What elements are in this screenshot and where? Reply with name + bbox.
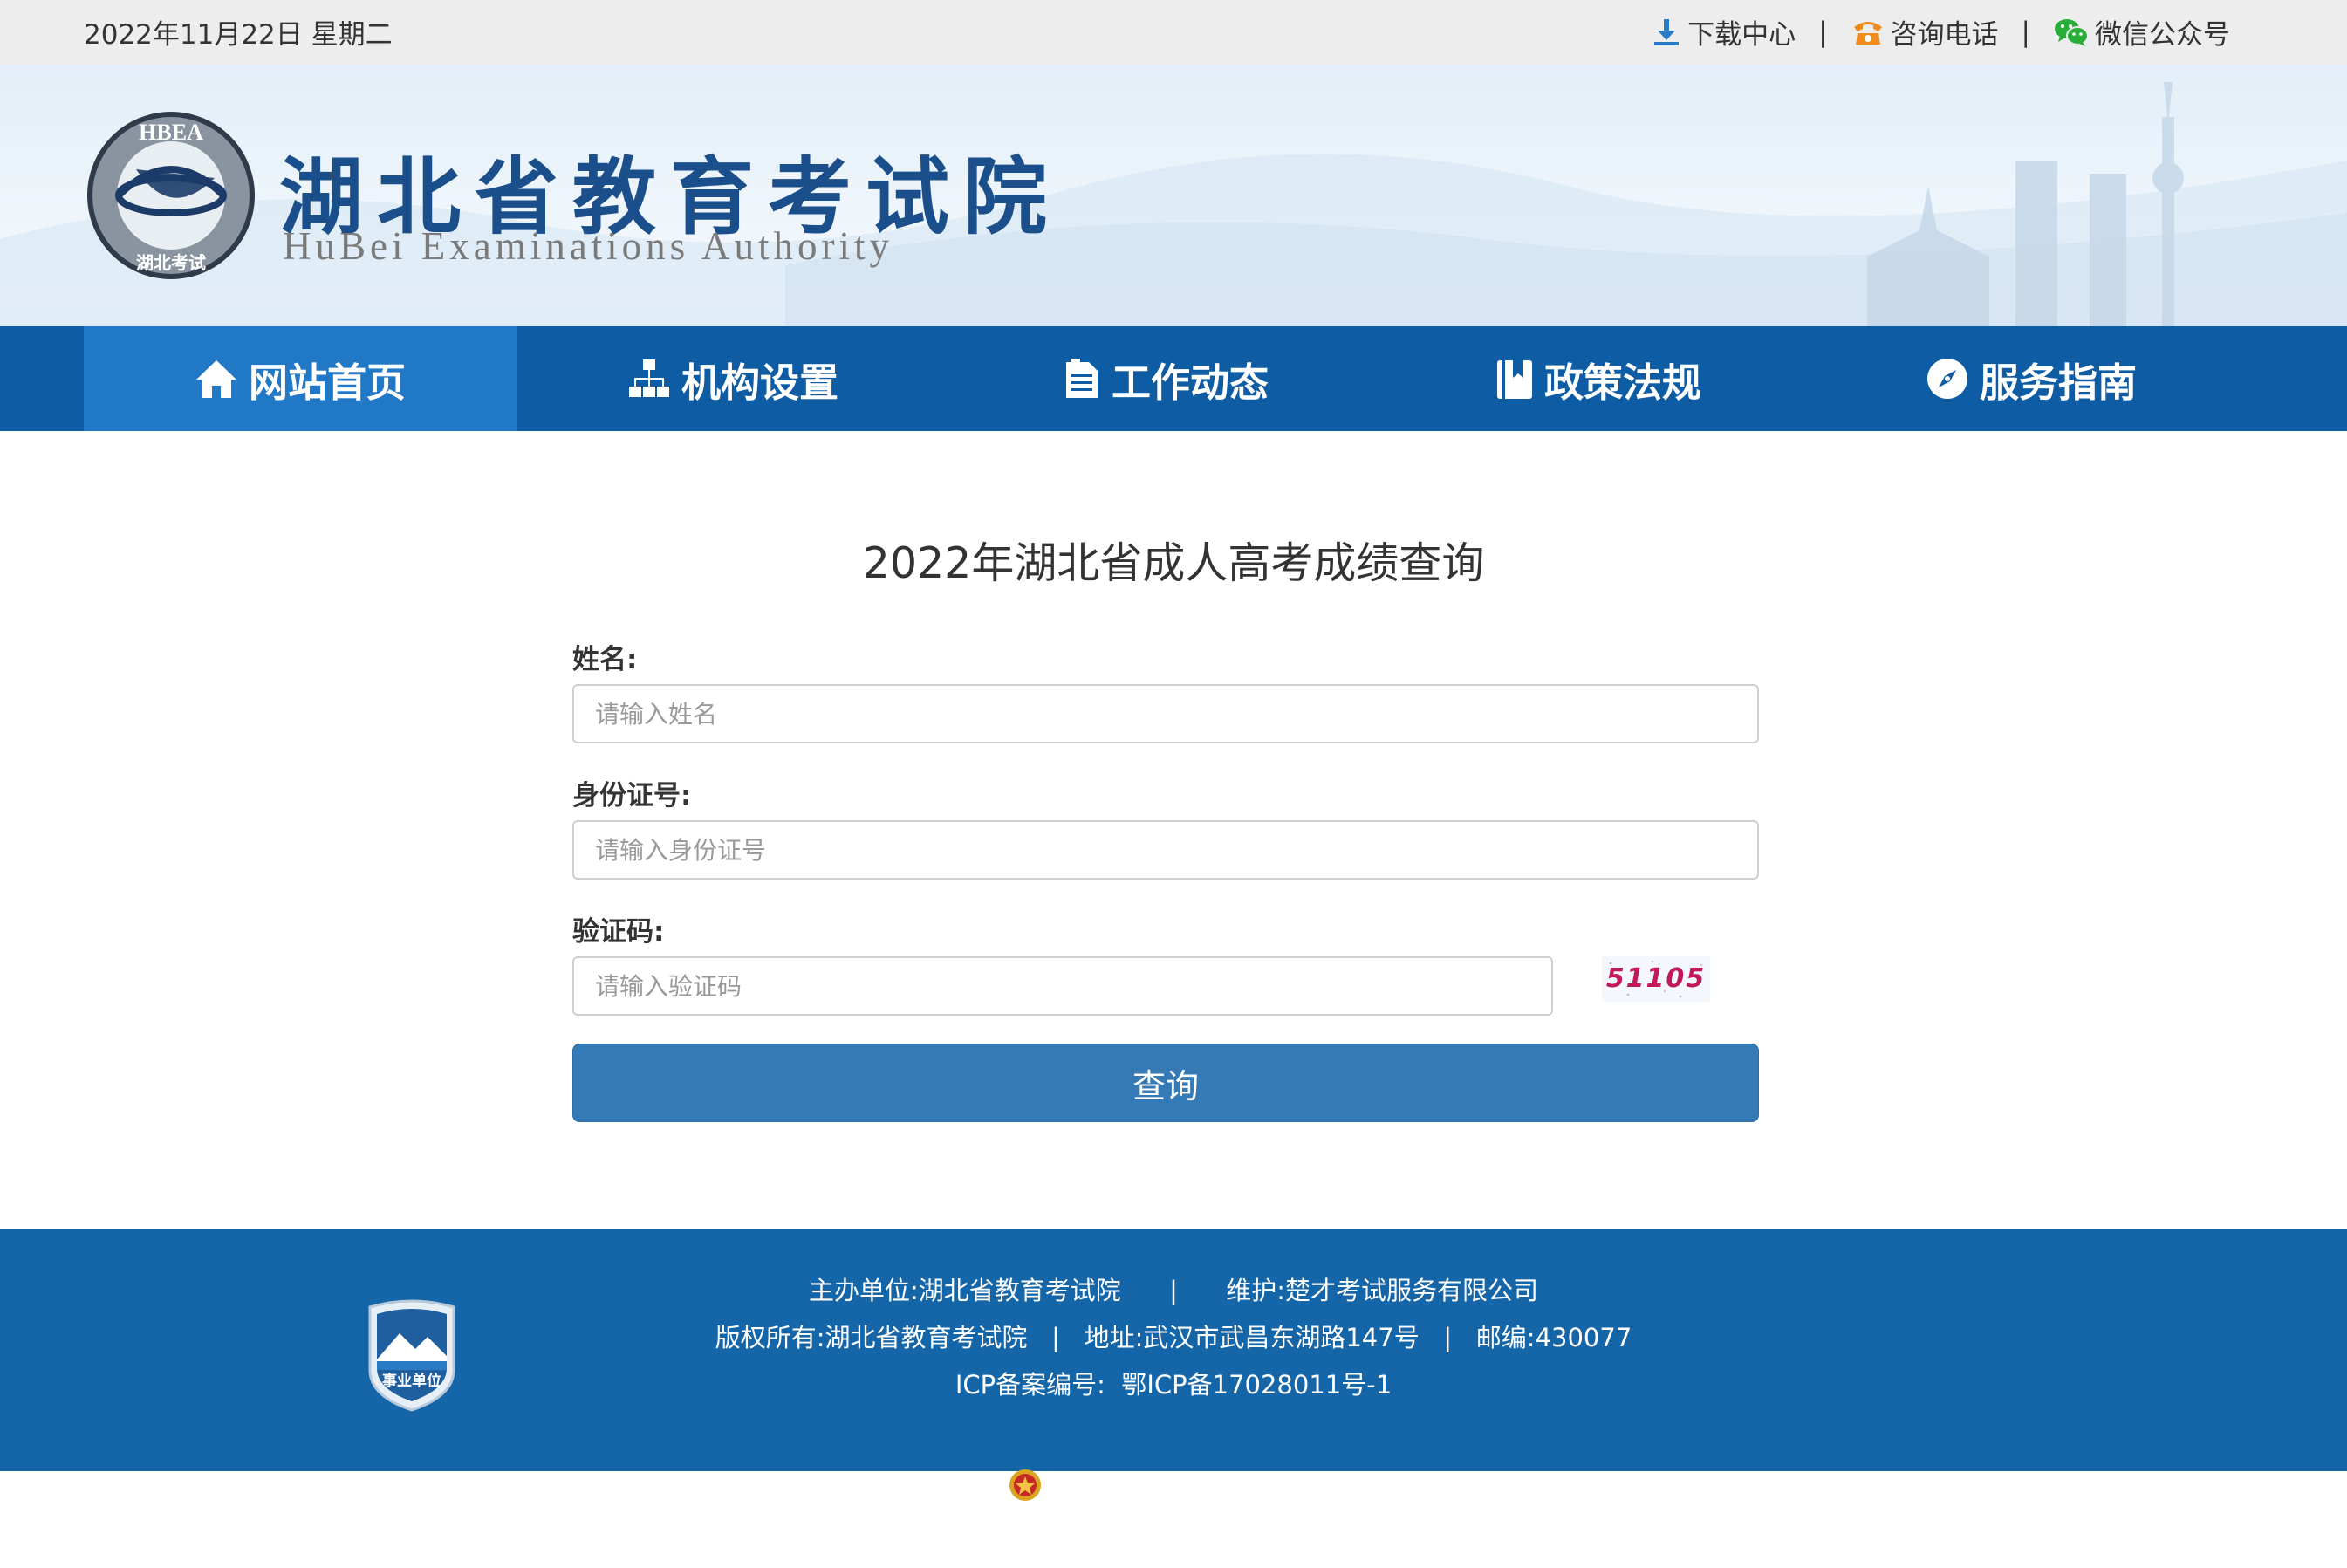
compass-icon [1926, 357, 1969, 401]
id-number-label: 身份证号: [572, 780, 692, 811]
footer-police-record[interactable]: 鄂公网安备 42010602003969号 [1051, 1470, 1437, 1507]
consult-phone-label: 咨询电话 [1890, 19, 1999, 51]
nav-item-service-guide[interactable]: 服务指南 [1815, 326, 2248, 431]
download-center-label: 下载中心 [1687, 19, 1796, 51]
captcha-image[interactable]: 51105 [1602, 956, 1710, 1002]
id-number-input[interactable] [572, 820, 1759, 880]
top-links: 下载中心 | 咨询电话 | 微信公众号 [1651, 12, 2230, 51]
police-emblem-icon [943, 1438, 1043, 1538]
top-bar: 2022年11月22日 星期二 下载中心 | 咨询电话 | 微信公众号 [0, 0, 2347, 65]
wechat-link[interactable]: 微信公众号 [2053, 12, 2230, 51]
emblem-bottom-text: 湖北考试 [136, 252, 206, 273]
footer-address: 地址:武汉市武昌东湖路147号 [1084, 1323, 1420, 1352]
nav-item-label: 工作动态 [1111, 359, 1269, 406]
top-separator: | [2021, 16, 2030, 48]
wechat-icon [2053, 17, 2090, 48]
emblem-top-text: HBEA [139, 120, 203, 145]
page-title: 2022年湖北省成人高考成绩查询 [862, 538, 1485, 588]
query-button[interactable]: 查询 [572, 1044, 1759, 1122]
download-center-link[interactable]: 下载中心 [1651, 12, 1796, 51]
nav-item-label: 政策法规 [1543, 359, 1701, 406]
footer: 事业单位 主办单位:湖北省教育考试院 | 维护:楚才考试服务有限公司 版权所有:… [0, 1229, 2347, 1505]
nav-item-label: 网站首页 [248, 359, 406, 406]
footer-host: 主办单位:湖北省教育考试院 [809, 1276, 1121, 1305]
name-input[interactable] [572, 684, 1759, 743]
nav-item-label: 机构设置 [681, 359, 838, 406]
nav-item-news[interactable]: 工作动态 [949, 326, 1382, 431]
name-label: 姓名: [572, 644, 638, 675]
nav-item-home[interactable]: 网站首页 [84, 326, 517, 431]
hbea-emblem: HBEA 湖北考试 [84, 108, 258, 286]
footer-maintainer: 维护:楚才考试服务有限公司 [1226, 1276, 1538, 1305]
footer-icp[interactable]: ICP备案编号: 鄂ICP备17028011号-1 [0, 1365, 2347, 1401]
download-icon [1651, 17, 1682, 48]
footer-line-host: 主办单位:湖北省教育考试院 | 维护:楚才考试服务有限公司 [809, 1276, 1538, 1305]
nav-item-policy[interactable]: 政策法规 [1382, 326, 1815, 431]
current-date: 2022年11月22日 星期二 [84, 19, 393, 51]
nav-item-organization[interactable]: 机构设置 [517, 326, 949, 431]
site-title-en: HuBei Examinations Authority [283, 224, 893, 268]
main-nav: 网站首页 机构设置 工作动态 政策法规 服务指南 [0, 326, 2347, 431]
captcha-label: 验证码: [572, 916, 665, 948]
document-icon [1063, 357, 1101, 401]
footer-postcode: 邮编:430077 [1475, 1323, 1632, 1352]
captcha-input[interactable] [572, 956, 1553, 1016]
captcha-code: 51105 [1606, 963, 1706, 994]
consult-phone-link[interactable]: 咨询电话 [1851, 12, 1999, 51]
home-icon [195, 357, 238, 401]
top-separator: | [1818, 16, 1828, 48]
org-chart-icon [627, 357, 671, 401]
footer-copyright: 版权所有:湖北省教育考试院 [715, 1323, 1028, 1352]
phone-icon [1851, 17, 1885, 48]
book-icon [1495, 357, 1534, 401]
wechat-label: 微信公众号 [2095, 19, 2230, 51]
header-banner: HBEA 湖北考试 湖北省教育考试院 HuBei Examinations Au… [0, 65, 2347, 326]
footer-line-address: 版权所有:湖北省教育考试院 | 地址:武汉市武昌东湖路147号 | 邮编:430… [715, 1323, 1632, 1352]
footer-line-police: 鄂公网安备 42010602003969号 [0, 1408, 2347, 1568]
nav-item-label: 服务指南 [1979, 359, 2137, 406]
